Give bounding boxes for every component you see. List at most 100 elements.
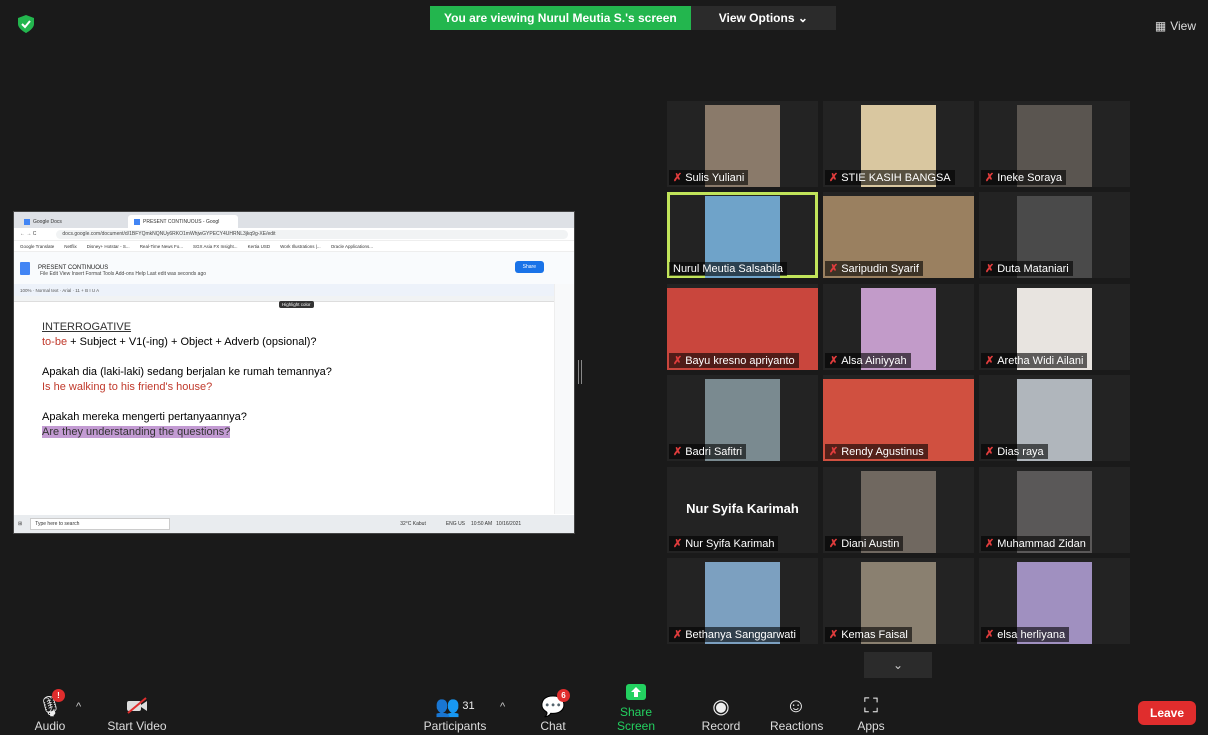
address-bar[interactable]: ← → C docs.google.com/document/d/1BFYQmk… (14, 228, 574, 241)
bookmark[interactable]: Oracle Applications... (331, 244, 373, 249)
participant-tile[interactable]: ✗ elsa herliyana (979, 558, 1130, 644)
participant-tile[interactable]: Nurul Meutia Salsabila (667, 192, 818, 278)
audio-button[interactable]: 🎙 ! Audio (30, 689, 70, 733)
chevron-down-icon: ⌄ (892, 658, 904, 672)
participant-name: Dias raya (997, 445, 1044, 458)
record-label: Record (701, 719, 741, 733)
participant-name: Alsa Ainiyyah (841, 354, 907, 367)
participant-tile[interactable]: ✗ Muhammad Zidan (979, 467, 1130, 553)
participant-tile[interactable]: ✗ Sulis Yuliani (667, 101, 818, 187)
participant-tile[interactable]: ✗ Badri Safitri (667, 375, 818, 461)
bookmark[interactable]: Google Translate (20, 244, 54, 249)
mic-muted-icon: ✗ (829, 446, 839, 458)
mic-muted-icon: ✗ (673, 355, 683, 367)
record-icon: ◉ (712, 695, 730, 718)
mic-muted-icon: ✗ (985, 263, 995, 275)
participant-label: ✗ Aretha Widi Ailani (981, 353, 1088, 368)
apps-icon: ⛶ (864, 694, 878, 717)
participant-name: Rendy Agustinus (841, 445, 924, 458)
docs-header: PRESENT CONTINUOUS File Edit View Insert… (14, 252, 574, 284)
participant-tile[interactable]: ✗ Kemas Faisal (823, 558, 974, 644)
doc-line: Is he walking to his friend's house? (42, 381, 213, 393)
participant-tile[interactable]: ✗ Bayu kresno apriyanto (667, 284, 818, 370)
participant-tile[interactable]: ✗ Rendy Agustinus (823, 375, 974, 461)
windows-taskbar: ⊞ Type here to search 32°C Kabut ENG US … (14, 515, 574, 533)
participants-button[interactable]: 👥 31 Participants (420, 693, 490, 734)
participant-tile[interactable]: ✗ Saripudin Syarif (823, 192, 974, 278)
mic-muted-icon: ✗ (829, 629, 839, 641)
doc-menu[interactable]: File Edit View Insert Format Tools Add-o… (40, 271, 206, 277)
chevron-down-icon: ⌄ (797, 11, 808, 25)
windows-start-icon[interactable]: ⊞ (18, 521, 22, 527)
mic-muted-icon: ✗ (829, 263, 839, 275)
participant-name: Nur Syifa Karimah (685, 537, 775, 550)
mic-muted-icon: ✗ (985, 355, 995, 367)
weather-text: 32°C Kabut (400, 521, 426, 527)
participant-label: ✗ Dias raya (981, 444, 1048, 459)
participant-name: Ineke Soraya (997, 171, 1063, 184)
docs-side-panel (554, 284, 574, 514)
participant-tile[interactable]: ✗ Diani Austin (823, 467, 974, 553)
share-doc-button[interactable]: Share (514, 261, 544, 273)
audio-alert-badge: ! (52, 689, 65, 702)
shield-icon[interactable] (18, 15, 34, 33)
url-text[interactable]: docs.google.com/document/d/1BFYQmkNQNUy6… (56, 229, 568, 239)
doc-toolbar[interactable]: 100% · Normal text · Arial · 11 + B I U … (14, 284, 574, 296)
bookmark[interactable]: Work Illustrations |... (280, 244, 321, 249)
participant-tile[interactable]: ✗ Ineke Soraya (979, 101, 1130, 187)
apps-button[interactable]: ⛶ Apps (856, 693, 886, 734)
tab-label: PRESENT CONTINUOUS - Googl (143, 218, 220, 225)
nav-arrows-icon[interactable]: ← → C (20, 231, 36, 237)
participant-label: ✗ Bayu kresno apriyanto (669, 353, 799, 368)
participant-tile[interactable]: ✗ Duta Mataniari (979, 192, 1130, 278)
browser-tab[interactable]: Google Docs (18, 215, 128, 228)
next-page-button[interactable]: ⌄ (864, 652, 932, 678)
participant-label: ✗ elsa herliyana (981, 627, 1070, 642)
participant-tile[interactable]: ✗ Alsa Ainiyyah (823, 284, 974, 370)
participant-name: Duta Mataniari (997, 262, 1069, 275)
date-text: 10/16/2021 (496, 521, 522, 527)
record-button[interactable]: ◉ Record (700, 693, 742, 734)
apps-label: Apps (857, 719, 885, 733)
mic-muted-icon: ✗ (829, 355, 839, 367)
docs-logo-icon[interactable] (20, 261, 30, 275)
participant-label: ✗ Kemas Faisal (825, 627, 912, 642)
document-body[interactable]: INTERROGATIVE to-be + Subject + V1(-ing)… (14, 320, 554, 510)
bookmark[interactable]: SGX Asia FX Insight... (193, 244, 238, 249)
doc-formula: to-be + Subject + V1(-ing) + Object + Ad… (42, 335, 332, 350)
start-video-button[interactable]: Start Video (105, 693, 169, 733)
doc-line: Apakah mereka mengerti pertanyaannya? (42, 411, 247, 423)
audio-options-caret[interactable]: ^ (76, 701, 81, 713)
participant-tile[interactable]: ✗ Aretha Widi Ailani (979, 284, 1130, 370)
bookmark[interactable]: Netflix (64, 244, 77, 249)
participant-name: Nurul Meutia Salsabila (673, 263, 784, 275)
bookmark[interactable]: Kertia USD (248, 244, 271, 249)
participant-label: ✗ Muhammad Zidan (981, 536, 1090, 551)
participant-label: ✗ Nur Syifa Karimah (669, 536, 779, 551)
split-handle[interactable] (578, 360, 582, 384)
bookmarks-bar: Google Translate Netflix Disney+ Hotstar… (14, 241, 574, 252)
view-button[interactable]: ▦ View (1155, 19, 1196, 33)
browser-tab-active[interactable]: PRESENT CONTINUOUS - Googl (128, 215, 238, 228)
shared-screen[interactable]: Google Docs PRESENT CONTINUOUS - Googl ←… (13, 211, 575, 534)
leave-button[interactable]: Leave (1138, 701, 1196, 725)
view-options-button[interactable]: View Options ⌄ (690, 6, 836, 30)
tab-label: Google Docs (33, 218, 62, 225)
bookmark[interactable]: Real-Time News Fo... (140, 244, 183, 249)
lang-text: ENG US (445, 521, 466, 527)
participant-tile[interactable]: Nur Syifa Karimah ✗ Nur Syifa Karimah (667, 467, 818, 553)
participants-caret[interactable]: ^ (500, 701, 505, 713)
participant-tile[interactable]: ✗ STIE KASIH BANGSA (823, 101, 974, 187)
chat-button[interactable]: 💬 6 Chat (535, 689, 571, 733)
reactions-button[interactable]: ☺ Reactions (770, 693, 823, 734)
docs-favicon-icon (24, 218, 30, 225)
bookmark[interactable]: Disney+ Hotstar - S... (87, 244, 130, 249)
participant-name: Diani Austin (841, 537, 900, 550)
mic-muted-icon: ✗ (829, 172, 839, 184)
participant-tile[interactable]: ✗ Bethanya Sanggarwati (667, 558, 818, 644)
participant-label: ✗ Alsa Ainiyyah (825, 353, 911, 368)
taskbar-search[interactable]: Type here to search (30, 518, 171, 530)
participant-name: Bayu kresno apriyanto (685, 354, 795, 367)
participant-tile[interactable]: ✗ Dias raya (979, 375, 1130, 461)
share-screen-button[interactable]: Share Screen (600, 679, 672, 733)
